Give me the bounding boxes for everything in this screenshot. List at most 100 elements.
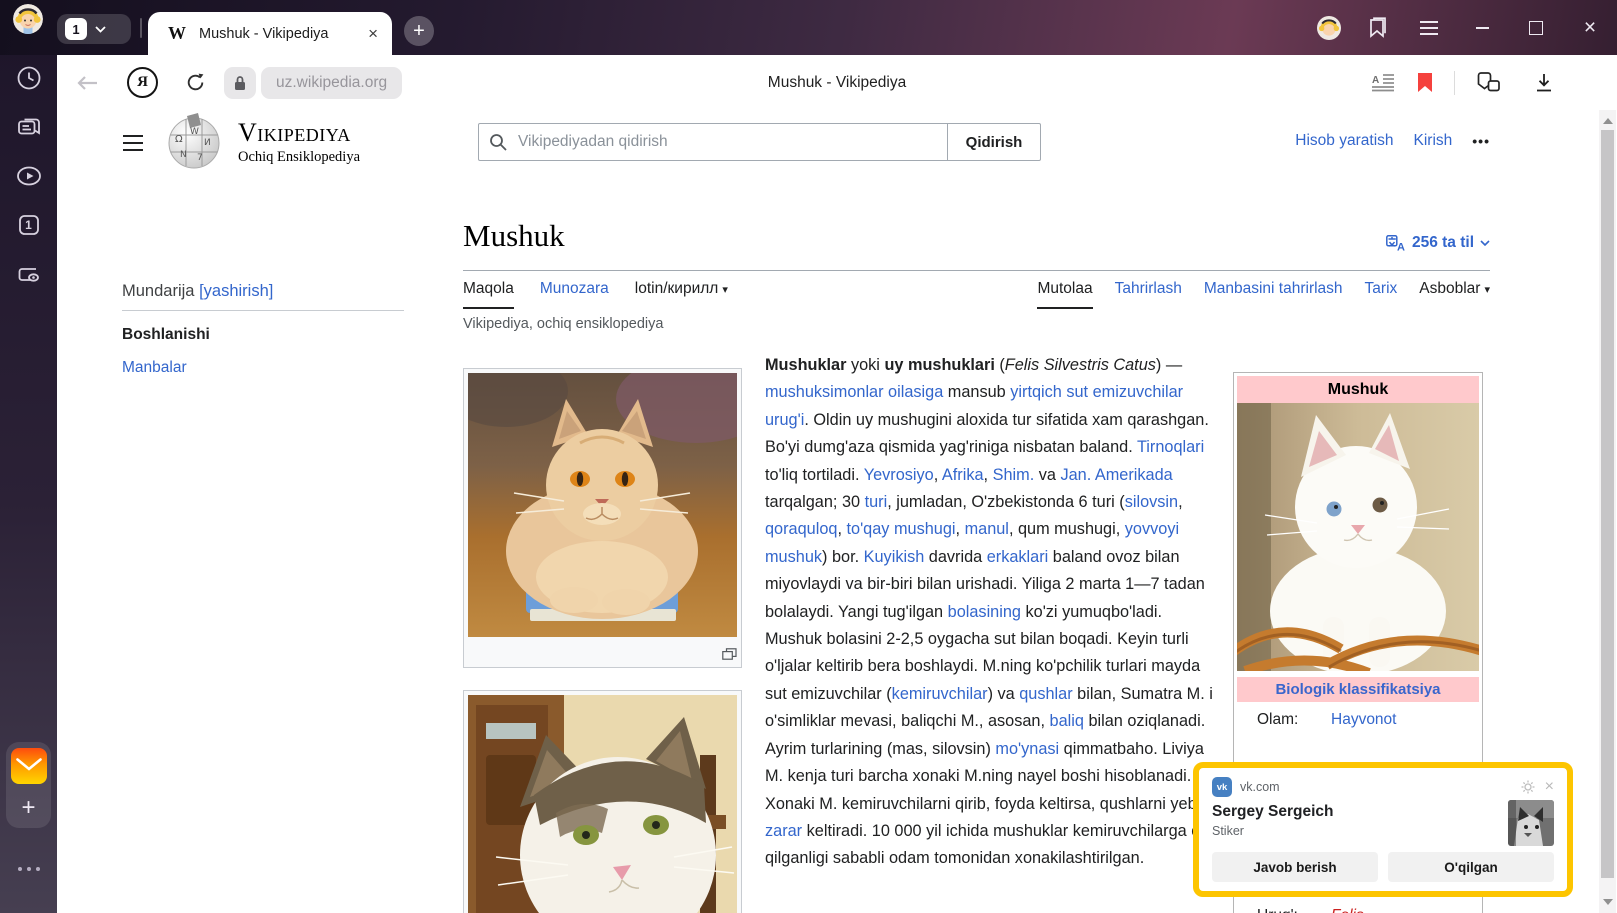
article-tab-maqola[interactable]: Maqola: [463, 280, 514, 309]
wiki-link[interactable]: qushlar: [1019, 685, 1072, 703]
new-tab-button[interactable]: +: [404, 16, 434, 46]
site-security-badge[interactable]: [224, 55, 256, 110]
wiki-link[interactable]: Yevrosiyo: [864, 466, 934, 484]
wiki-link[interactable]: Kuyikish: [864, 548, 925, 566]
back-button[interactable]: [75, 55, 99, 110]
article-tab-tahrirlash[interactable]: Tahrirlash: [1115, 280, 1182, 307]
add-app-icon[interactable]: +: [21, 796, 35, 820]
address-bar[interactable]: uz.wikipedia.org: [261, 55, 402, 110]
browser-tab-active[interactable]: W Mushuk - Vikipediya ×: [148, 12, 392, 55]
bookmark-icon[interactable]: [1417, 55, 1433, 110]
user-menu-icon[interactable]: •••: [1472, 133, 1490, 149]
enlarge-icon[interactable]: [722, 648, 737, 660]
paragraph-text: (: [995, 356, 1005, 374]
wiki-link[interactable]: Shim.: [993, 466, 1035, 484]
wordmark-subtitle: Ochiq Ensiklopediya: [238, 149, 360, 166]
taxobox-row-value[interactable]: Felis: [1331, 907, 1364, 913]
wiki-link[interactable]: kemiruvchilar: [892, 685, 988, 703]
bookmarks-panel-icon[interactable]: [1351, 0, 1403, 55]
reload-button[interactable]: [185, 55, 206, 110]
wiki-link[interactable]: qoraquloq: [765, 520, 837, 538]
taxobox-image-kitten[interactable]: [1237, 403, 1479, 671]
toc-hide-link[interactable]: [yashirish]: [199, 282, 273, 300]
svg-text:N: N: [180, 150, 187, 160]
browser-toolbar: Я uz.wikipedia.org Mushuk - Vikipediya A: [57, 55, 1617, 110]
tab-group-chip[interactable]: 1: [57, 14, 131, 44]
wiki-link[interactable]: mo'ynasi: [995, 740, 1059, 758]
browser-titlebar: 1 W Mushuk - Vikipediya × + ×: [0, 0, 1617, 55]
toc-item-manbalar[interactable]: Manbalar: [122, 359, 404, 377]
profile-avatar[interactable]: [13, 4, 43, 34]
scroll-up-arrow[interactable]: [1603, 118, 1613, 124]
article-image-tabby-cat[interactable]: [463, 690, 742, 913]
scrollbar-thumb[interactable]: [1601, 130, 1614, 878]
toc-header: Mundarija [yashirish]: [122, 282, 404, 301]
svg-text:A: A: [1372, 75, 1379, 86]
wiki-link[interactable]: to'qay mushugi: [847, 520, 956, 538]
wiki-link[interactable]: turi: [865, 493, 888, 511]
notification-close-icon[interactable]: ×: [1545, 779, 1554, 795]
wiki-link[interactable]: Jan. Amerikada: [1060, 466, 1172, 484]
wikipedia-wordmark[interactable]: Vikipediya Ochiq Ensiklopediya: [238, 119, 360, 166]
minimize-button[interactable]: [1455, 0, 1509, 55]
article-tab-manbasini-tahrirlash[interactable]: Manbasini tahrirlash: [1204, 280, 1343, 307]
wiki-search-box[interactable]: [478, 123, 948, 161]
notification-sticker-thumbnail[interactable]: [1508, 800, 1554, 846]
yandex-search-button[interactable]: Я: [127, 55, 158, 110]
tabs-panel-icon[interactable]: 1: [16, 212, 42, 238]
chevron-down-icon: ▾: [722, 284, 728, 296]
history-icon[interactable]: [16, 65, 42, 91]
mark-read-button[interactable]: O'qilgan: [1388, 852, 1554, 882]
tab-close-icon[interactable]: ×: [368, 25, 378, 42]
login-link[interactable]: Kirish: [1414, 132, 1453, 150]
article-tab-mutolaa[interactable]: Mutolaa: [1037, 280, 1092, 309]
search-button[interactable]: Qidirish: [947, 123, 1041, 161]
article-tab-lotin-кирилл[interactable]: lotin/кирилл▾: [635, 280, 728, 307]
collections-icon[interactable]: [1475, 55, 1501, 110]
wiki-link[interactable]: baliq: [1050, 712, 1084, 730]
article-tab-asboblar[interactable]: Asboblar▾: [1419, 280, 1490, 307]
taxobox-row-value[interactable]: Hayvonot: [1331, 711, 1396, 729]
wikipedia-logo[interactable]: ΩWИN7: [168, 112, 220, 175]
feed-icon[interactable]: [16, 114, 42, 140]
reply-button[interactable]: Javob berish: [1212, 852, 1378, 882]
wiki-link[interactable]: bolasining: [948, 603, 1021, 621]
mail-app-icon[interactable]: [11, 748, 47, 789]
notification-settings-icon[interactable]: [1521, 780, 1535, 794]
vk-logo-icon: vk: [1212, 777, 1232, 797]
create-account-link[interactable]: Hisob yaratish: [1295, 132, 1393, 150]
language-count: 256 ta til: [1412, 234, 1474, 252]
language-selector[interactable]: A 256 ta til: [1386, 234, 1490, 252]
reader-mode-icon[interactable]: A: [1372, 55, 1395, 110]
article-image-cat-on-book[interactable]: [463, 368, 742, 668]
browser-menu-icon[interactable]: [1403, 0, 1455, 55]
search-input[interactable]: [516, 132, 937, 152]
wiki-link[interactable]: erkaklari: [987, 548, 1049, 566]
video-icon[interactable]: [16, 163, 42, 189]
page-scrollbar[interactable]: [1599, 110, 1616, 913]
taxobox-title: Mushuk: [1237, 376, 1479, 403]
paragraph-text: ) bor.: [822, 548, 864, 566]
wiki-link[interactable]: silovsin: [1125, 493, 1178, 511]
sidebar-more-icon[interactable]: [0, 867, 57, 871]
maximize-button[interactable]: [1509, 0, 1563, 55]
vk-notification-popup[interactable]: vk vk.com × Sergey Sergeich Stiker Javob…: [1193, 762, 1573, 897]
table-of-contents: Mundarija [yashirish] Boshlanishi Manbala…: [122, 282, 404, 377]
browser-window: 1 + 1 W Mushuk - Vikipediya × +: [0, 0, 1617, 913]
taxobox-section-header: Biologik klassifikatsiya: [1237, 677, 1479, 702]
chevron-down-icon: [95, 26, 106, 33]
article-tab-munozara[interactable]: Munozara: [540, 280, 609, 307]
close-button[interactable]: ×: [1563, 0, 1617, 55]
scroll-down-arrow[interactable]: [1603, 899, 1613, 905]
wiki-link[interactable]: Tirnoqlari: [1137, 438, 1204, 456]
screenshot-icon[interactable]: [16, 261, 42, 287]
wiki-link[interactable]: manul: [965, 520, 1009, 538]
account-avatar-small[interactable]: [1307, 0, 1351, 55]
wiki-link[interactable]: mushuksimonlar oilasiga: [765, 383, 943, 401]
article-tab-tarix[interactable]: Tarix: [1365, 280, 1398, 307]
wiki-link[interactable]: Afrika: [942, 466, 984, 484]
toc-item-boshlanishi[interactable]: Boshlanishi: [122, 326, 404, 344]
downloads-icon[interactable]: [1534, 55, 1554, 110]
wiki-link[interactable]: zarar: [765, 822, 802, 840]
wiki-menu-icon[interactable]: [123, 135, 143, 151]
